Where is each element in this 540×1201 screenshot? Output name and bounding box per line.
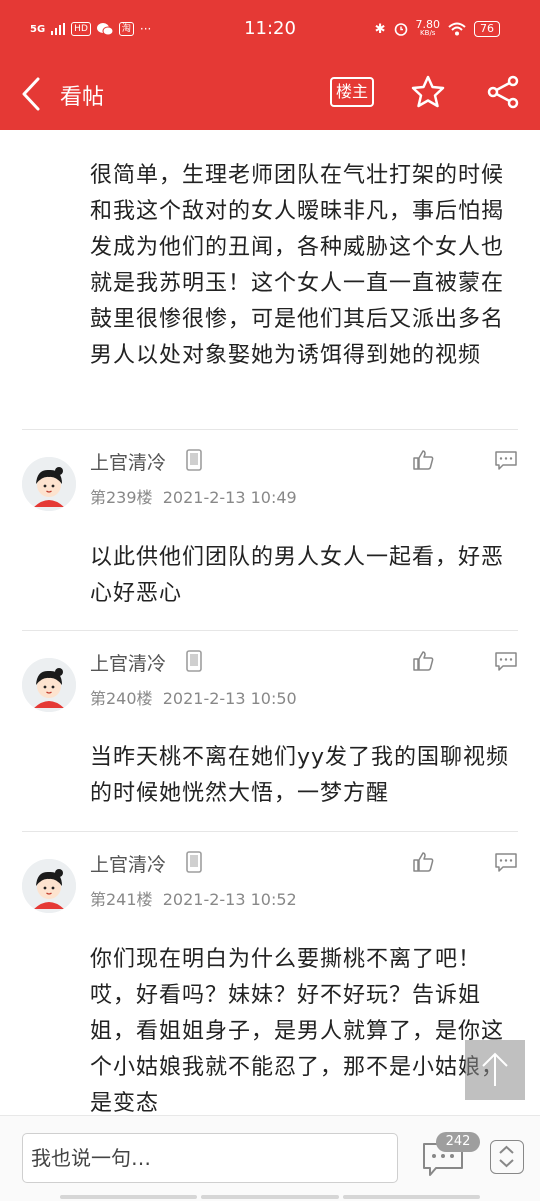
page-nav-button[interactable] — [490, 1140, 524, 1174]
post-time: 2021-2-13 10:52 — [162, 890, 297, 909]
avatar-girl-icon — [22, 859, 76, 913]
phone-icon — [186, 851, 202, 873]
avatar-girl-icon — [22, 658, 76, 712]
floor-number: 第241楼 — [90, 890, 153, 909]
avatar[interactable] — [22, 658, 76, 712]
divider — [22, 831, 518, 832]
divider — [22, 429, 518, 430]
app-header: 看帖 楼主 — [0, 60, 540, 130]
thumbs-up-icon[interactable] — [412, 448, 436, 472]
comment-icon[interactable] — [494, 450, 518, 472]
bottom-bar: 我也说一句… 242 — [0, 1115, 540, 1201]
avatar[interactable] — [22, 457, 76, 511]
reply-body: 你们现在明白为什么要撕桃不离了吧！哎，好看吗？妹妹？好不好玩？告诉姐姐，看姐姐身… — [90, 947, 505, 1115]
status-bar: 5G HD 淘 ··· 11:20 ✱ 7.80 KB/s 76 — [0, 0, 540, 60]
floor-info: 第240楼 2021-2-13 10:50 — [90, 685, 297, 709]
battery-indicator: 76 — [474, 21, 500, 37]
thumbs-up-icon[interactable] — [412, 850, 436, 874]
speed-value: 7.80 — [415, 18, 441, 31]
username[interactable]: 上官清冷 — [90, 850, 166, 877]
up-down-icon — [499, 1145, 514, 1168]
floor-number: 第239楼 — [90, 488, 153, 507]
reply-input[interactable]: 我也说一句… — [22, 1133, 398, 1183]
page-title: 看帖 — [60, 85, 105, 110]
comment-count-badge: 242 — [436, 1132, 480, 1152]
thumbs-up-icon[interactable] — [412, 649, 436, 673]
phone-icon — [186, 449, 202, 471]
thread-content[interactable]: 很简单，生理老师团队在气壮打架的时候和我这个敌对的女人暧昧非凡，事后怕揭发成为他… — [0, 130, 540, 1115]
bluetooth-icon: ✱ — [374, 21, 386, 37]
post-body: 很简单，生理老师团队在气壮打架的时候和我这个敌对的女人暧昧非凡，事后怕揭发成为他… — [90, 163, 505, 368]
reply-body: 以此供他们团队的男人女人一起看，好恶心好恶心 — [90, 545, 505, 606]
wifi-icon — [448, 22, 466, 36]
comment-icon[interactable] — [494, 651, 518, 673]
username[interactable]: 上官清冷 — [90, 649, 166, 676]
comment-icon[interactable] — [494, 852, 518, 874]
avatar[interactable] — [22, 859, 76, 913]
network-speed: 7.80 KB/s — [415, 18, 441, 38]
share-icon[interactable] — [486, 74, 520, 110]
arrow-up-icon — [482, 1052, 508, 1086]
phone-icon — [186, 650, 202, 672]
alarm-icon — [394, 23, 407, 36]
floor-number: 第240楼 — [90, 689, 153, 708]
status-right: ✱ 7.80 KB/s 76 — [374, 18, 500, 38]
post-time: 2021-2-13 10:50 — [162, 689, 297, 708]
divider — [22, 630, 518, 631]
star-icon[interactable] — [410, 74, 446, 110]
gesture-bar — [60, 1195, 480, 1199]
reply-body: 当昨天桃不离在她们yy发了我的国聊视频的时候她恍然大悟，一梦方醒 — [90, 745, 510, 806]
username[interactable]: 上官清冷 — [90, 448, 166, 475]
avatar-girl-icon — [22, 457, 76, 511]
only-op-button[interactable]: 楼主 — [330, 77, 374, 107]
floor-info: 第241楼 2021-2-13 10:52 — [90, 886, 297, 910]
post-time: 2021-2-13 10:49 — [162, 488, 297, 507]
floor-info: 第239楼 2021-2-13 10:49 — [90, 484, 297, 508]
scroll-to-top-button[interactable] — [465, 1040, 525, 1100]
back-arrow-icon[interactable] — [18, 74, 48, 114]
